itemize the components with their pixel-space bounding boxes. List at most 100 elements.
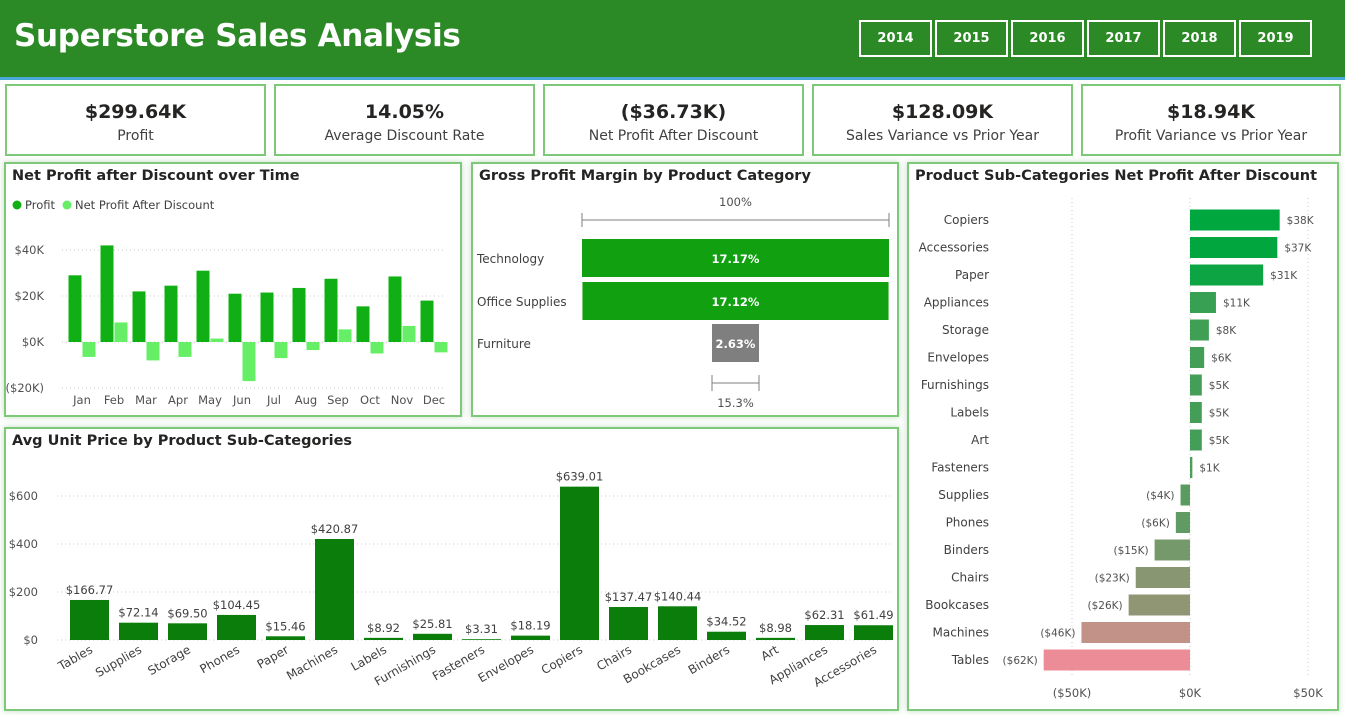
data-label-envelopes: $18.19 xyxy=(510,619,550,633)
x-tick-label: Jun xyxy=(232,393,251,407)
bar-net-profit-after-discount-jan xyxy=(82,342,96,357)
bar-binders xyxy=(1154,539,1190,561)
x-tick-label: Nov xyxy=(391,393,414,407)
data-label-storage: $69.50 xyxy=(167,606,207,620)
kpi-card-net-profit-after-discount[interactable]: ($36.73K) Net Profit After Discount xyxy=(543,84,804,156)
kpi-card-profit-variance[interactable]: $18.94K Profit Variance vs Prior Year xyxy=(1081,84,1341,156)
bar-fasteners xyxy=(462,639,501,640)
bar-chairs xyxy=(609,607,648,640)
bar-profit-sep xyxy=(324,278,338,342)
panel-subcategory-net-profit[interactable]: Product Sub-Categories Net Profit After … xyxy=(907,162,1339,711)
bar-copiers xyxy=(560,486,599,640)
data-label-phones: $104.45 xyxy=(213,598,261,612)
x-tick-label: Aug xyxy=(295,393,317,407)
x-tick-label: $0K xyxy=(1179,686,1202,700)
x-tick-label: Chairs xyxy=(594,642,634,673)
x-tick-label: Storage xyxy=(145,642,193,678)
bar-net-profit-after-discount-oct xyxy=(370,342,384,354)
panel-net-profit-over-time[interactable]: Net Profit after Discount over Time Prof… xyxy=(4,162,462,417)
data-label-storage: $8K xyxy=(1216,325,1237,337)
data-label-fasteners: $3.31 xyxy=(465,622,498,636)
legend-marker-profit xyxy=(12,200,22,210)
subcategory-net-profit-chart: ($50K) $0K $50K Copiers $38K Accessories $37K P… xyxy=(919,198,1323,700)
bar-profit-jan xyxy=(68,275,82,342)
y-tick-label: $0K xyxy=(22,335,45,349)
bar-tables xyxy=(70,599,109,640)
category-label-binders: Binders xyxy=(944,543,989,557)
data-label-technology: 17.17% xyxy=(712,252,760,266)
data-label-accessories: $61.49 xyxy=(853,608,893,622)
bar-profit-mar xyxy=(132,291,146,342)
category-label-supplies: Supplies xyxy=(938,488,989,502)
data-label-bookcases: ($26K) xyxy=(1088,600,1123,612)
data-label-chairs: ($23K) xyxy=(1095,573,1130,585)
bar-net-profit-after-discount-mar xyxy=(146,342,160,361)
data-label-art: $8.98 xyxy=(759,621,792,635)
panel-avg-unit-price[interactable]: Avg Unit Price by Product Sub-Categories… xyxy=(4,427,899,711)
year-button-2016[interactable]: 2016 xyxy=(1011,20,1084,57)
y-tick-label: $200 xyxy=(9,585,38,599)
bar-supplies xyxy=(1180,484,1190,506)
data-label-machines: $420.87 xyxy=(311,522,359,536)
x-tick-label: Jul xyxy=(266,393,281,407)
bar-profit-nov xyxy=(388,276,402,342)
kpi-card-sales-variance[interactable]: $128.09K Sales Variance vs Prior Year xyxy=(812,84,1073,156)
bar-paper xyxy=(1190,264,1264,286)
y-tick-label: ($20K) xyxy=(6,381,44,395)
header-bar: Superstore Sales Analysis 2014 2015 2016… xyxy=(0,0,1345,77)
x-tick-label: Jan xyxy=(72,393,91,407)
data-label-chairs: $137.47 xyxy=(605,590,653,604)
header-divider xyxy=(0,77,1345,80)
category-label-labels: Labels xyxy=(950,406,989,420)
top-label: 100% xyxy=(719,195,752,209)
data-label-paper: $31K xyxy=(1270,270,1298,282)
gross-profit-margin-chart: 100% Technology 17.17% Office Supplies 17.12… xyxy=(476,195,890,410)
bar-chairs xyxy=(1135,567,1190,588)
bar-appliances xyxy=(1190,292,1216,313)
year-button-2014[interactable]: 2014 xyxy=(859,20,932,57)
x-tick-label: Dec xyxy=(423,393,445,407)
bar-appliances xyxy=(805,625,844,640)
data-label-paper: $15.46 xyxy=(265,619,305,633)
bar-envelopes xyxy=(1190,347,1205,368)
kpi-card-average-discount-rate[interactable]: 14.05% Average Discount Rate xyxy=(274,84,535,156)
bar-net-profit-after-discount-jul xyxy=(274,342,288,359)
bar-profit-oct xyxy=(356,306,370,342)
category-label-fasteners: Fasteners xyxy=(931,461,989,475)
x-tick-label: Copiers xyxy=(539,642,585,677)
x-tick-label: Binders xyxy=(686,642,732,677)
bar-profit-apr xyxy=(164,285,178,342)
year-button-2019[interactable]: 2019 xyxy=(1239,20,1312,57)
panel-gross-profit-margin[interactable]: Gross Profit Margin by Product Category … xyxy=(471,162,899,417)
category-label-furnishings: Furnishings xyxy=(921,378,989,392)
category-label-paper: Paper xyxy=(955,268,989,282)
x-tick-label: Feb xyxy=(104,393,124,407)
bar-machines xyxy=(315,538,354,640)
kpi-card-profit[interactable]: $299.64K Profit xyxy=(5,84,266,156)
bar-tables xyxy=(1043,649,1190,671)
x-tick-label: Envelopes xyxy=(476,642,536,685)
year-button-2015[interactable]: 2015 xyxy=(935,20,1008,57)
bar-profit-dec xyxy=(420,300,434,342)
year-button-2018[interactable]: 2018 xyxy=(1163,20,1236,57)
kpi-label: Profit xyxy=(117,128,154,144)
category-label-chairs: Chairs xyxy=(951,571,989,585)
bar-furnishings xyxy=(413,633,452,640)
bar-phones xyxy=(1175,512,1190,533)
bar-accessories xyxy=(1190,237,1278,258)
data-label-furnishings: $5K xyxy=(1209,380,1230,392)
category-label-bookcases: Bookcases xyxy=(925,598,989,612)
bar-profit-jul xyxy=(260,292,274,342)
bar-net-profit-after-discount-dec xyxy=(434,342,448,353)
kpi-value: ($36.73K) xyxy=(620,101,727,123)
data-label-labels: $8.92 xyxy=(367,621,400,635)
bar-furnishings xyxy=(1190,374,1202,396)
avg-unit-price-chart: $600 $400 $200 $0 $166.77 Tables $72.14 Supplie… xyxy=(9,470,894,690)
kpi-value: 14.05% xyxy=(364,101,445,123)
data-label-appliances: $62.31 xyxy=(804,608,844,622)
y-tick-label: $600 xyxy=(9,489,38,503)
bar-storage xyxy=(168,623,207,640)
bar-copiers xyxy=(1190,209,1280,231)
year-button-2017[interactable]: 2017 xyxy=(1087,20,1160,57)
category-label-furniture: Furniture xyxy=(477,337,531,351)
